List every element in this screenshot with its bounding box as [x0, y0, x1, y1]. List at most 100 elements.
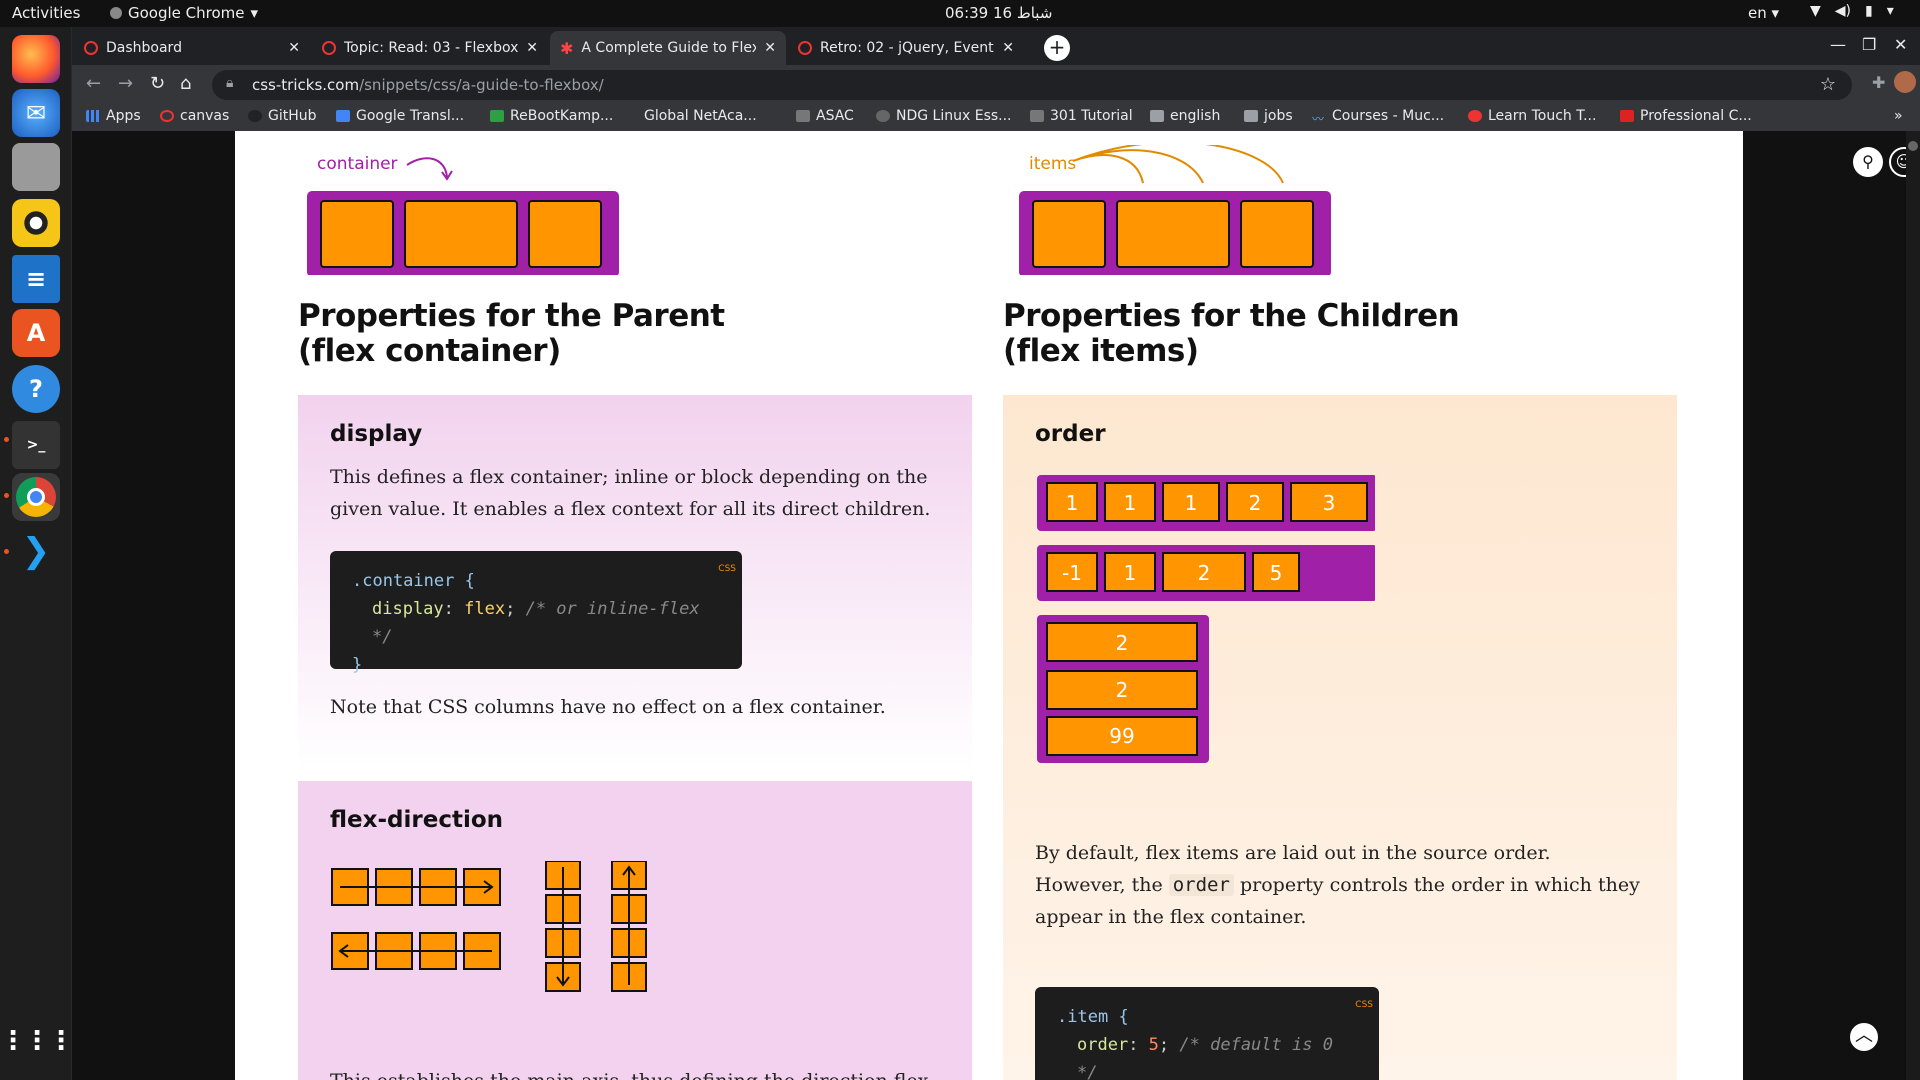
order-panel: order 1 1 1 2 3 -1 1 2 5 2 2 99 By defau… — [1003, 395, 1677, 1080]
bookmark-jobs[interactable]: jobs — [1244, 108, 1293, 124]
bookmark-label: Courses - Muc... — [1332, 108, 1445, 124]
flex-direction-title: flex-direction — [330, 807, 504, 833]
flex-direction-diagram — [331, 861, 647, 992]
heading-line: (flex items) — [1003, 333, 1199, 369]
display-description: This defines a flex container; inline or… — [330, 466, 931, 520]
folder-icon — [1030, 110, 1044, 122]
items-diagram-label: items — [1029, 154, 1076, 174]
close-window-button[interactable]: ✕ — [1894, 35, 1907, 54]
bookmark-global-netacad[interactable]: Global NetAca... — [644, 108, 757, 124]
show-applications-icon[interactable]: ⋮⋮⋮ — [0, 1017, 74, 1065]
bookmark-google-translate[interactable]: Google Transl... — [336, 108, 464, 124]
order-item: 1 — [1066, 491, 1079, 515]
tab-retro-jquery[interactable]: Retro: 02 - jQuery, Events, ✕ — [788, 31, 1024, 65]
close-icon[interactable]: ✕ — [526, 40, 538, 56]
chrome-icon[interactable] — [12, 473, 60, 521]
bookmark-star-icon[interactable]: ☆ — [1820, 74, 1836, 95]
extensions-icon[interactable]: ✚ — [1872, 73, 1885, 92]
tab-strip: Dashboard ✕ Topic: Read: 03 - Flexbox a … — [72, 27, 1920, 65]
code-language-tag: CSS — [718, 564, 736, 574]
code-selector: .item — [1057, 1007, 1109, 1027]
bookmark-canvas[interactable]: canvas — [160, 108, 229, 124]
order-item: 2 — [1116, 678, 1129, 702]
bookmark-learn-touch[interactable]: Learn Touch T... — [1468, 108, 1596, 124]
typing-icon — [1468, 110, 1482, 122]
parent-properties-heading: Properties for the Parent (flex containe… — [298, 299, 898, 369]
bookmark-professional[interactable]: Professional C... — [1620, 108, 1752, 124]
bookmark-asac[interactable]: ASAC — [796, 108, 854, 124]
rhythmbox-icon[interactable] — [12, 199, 60, 247]
bookmark-apps[interactable]: Apps — [86, 108, 141, 124]
files-icon[interactable] — [12, 143, 60, 191]
container-diagram: container — [307, 154, 619, 275]
new-tab-button[interactable]: + — [1044, 35, 1070, 61]
terminal-icon[interactable]: >_ — [12, 421, 60, 469]
order-item: 2 — [1116, 631, 1129, 655]
battery-icon: ▮ — [1865, 3, 1873, 19]
translate-icon — [336, 110, 350, 122]
reload-icon[interactable]: ↻ — [150, 73, 165, 94]
tab-dashboard[interactable]: Dashboard ✕ — [74, 31, 310, 65]
bookmark-label: Google Transl... — [356, 108, 465, 124]
software-center-icon[interactable]: A — [12, 309, 60, 357]
firefox-icon[interactable] — [12, 35, 60, 83]
tab-topic-flexbox[interactable]: Topic: Read: 03 - Flexbox a ✕ — [312, 31, 548, 65]
bookmark-english[interactable]: english — [1150, 108, 1220, 124]
tab-title: Retro: 02 - jQuery, Events, — [820, 40, 995, 56]
bookmark-courses[interactable]: 〰 Courses - Muc... — [1312, 108, 1445, 126]
order-item: 5 — [1270, 561, 1283, 585]
avatar[interactable] — [1894, 71, 1916, 93]
apps-grid-icon — [86, 110, 100, 122]
address-bar[interactable]: 🔒︎ css-tricks.com/snippets/css/a-guide-t… — [212, 70, 1852, 100]
thunderbird-icon[interactable]: ✉ — [12, 89, 60, 137]
code-value: flex — [464, 599, 506, 619]
code-property: order — [1077, 1035, 1129, 1055]
display-panel: display This defines a flex container; i… — [298, 395, 972, 769]
maximize-button[interactable]: ❐ — [1862, 35, 1876, 54]
folder-icon — [796, 110, 810, 122]
tab-title: A Complete Guide to Flexbox — [581, 40, 757, 56]
bookmark-label: GitHub — [268, 108, 317, 124]
code-language-tag: CSS — [1355, 1000, 1373, 1010]
back-icon[interactable]: ← — [86, 73, 101, 94]
lock-icon[interactable]: 🔒︎ — [226, 75, 233, 91]
app-menu[interactable]: Google Chrome ▾ — [110, 4, 258, 22]
canvas-icon — [160, 110, 174, 122]
bookmark-label: english — [1170, 108, 1221, 124]
forward-icon[interactable]: → — [118, 73, 133, 94]
scrollbar[interactable] — [1906, 131, 1920, 1080]
clock[interactable]: 06:39 16 شباط — [945, 4, 1052, 22]
order-item: 1 — [1124, 561, 1137, 585]
vscode-icon[interactable]: ❯ — [12, 527, 60, 575]
bookmark-301-tutorial[interactable]: 301 Tutorial — [1030, 108, 1133, 124]
tab-flexbox-guide[interactable]: ✱ A Complete Guide to Flexbox ✕ — [550, 31, 786, 65]
help-icon[interactable]: ? — [12, 365, 60, 413]
home-icon[interactable]: ⌂ — [180, 73, 191, 94]
navigation-bar: ← → ↻ ⌂ 🔒︎ css-tricks.com/snippets/css/a… — [72, 65, 1920, 105]
browser-chrome: Dashboard ✕ Topic: Read: 03 - Flexbox a … — [72, 27, 1920, 131]
article: container items Properties for the Paren… — [235, 131, 1743, 1080]
wifi-icon: ▼ — [1810, 3, 1821, 19]
app-name: Google Chrome — [128, 4, 245, 22]
scroll-to-top-button[interactable]: ︿ — [1848, 1021, 1880, 1053]
minimize-button[interactable]: — — [1830, 35, 1846, 54]
close-icon[interactable]: ✕ — [764, 40, 776, 56]
more-bookmarks-icon[interactable]: » — [1894, 108, 1903, 124]
bookmark-ndg-linux[interactable]: NDG Linux Ess... — [876, 108, 1012, 124]
search-icon[interactable]: ⚲ — [1853, 147, 1883, 177]
chevron-down-icon: ▾ — [250, 4, 259, 22]
close-icon[interactable]: ✕ — [1002, 40, 1014, 56]
language-label: en — [1748, 4, 1767, 22]
folder-icon — [1244, 110, 1258, 122]
ubuntu-dock: ✉ ≡ A ? >_ ❯ ⋮⋮⋮ — [0, 27, 74, 1080]
activities-button[interactable]: Activities — [12, 4, 80, 22]
writer-icon[interactable]: ≡ — [12, 255, 60, 303]
heading-line: Properties for the Parent — [298, 298, 725, 334]
close-icon[interactable]: ✕ — [288, 40, 300, 56]
bookmark-rebootkamp[interactable]: ReBootKamp... — [490, 108, 613, 124]
system-tray[interactable]: ▼ ◀) ▮ ▾ — [1810, 3, 1894, 19]
heading-line: (flex container) — [298, 333, 561, 369]
bookmark-label: Global NetAca... — [644, 108, 757, 124]
language-indicator[interactable]: en ▾ — [1748, 4, 1779, 22]
bookmark-github[interactable]: GitHub — [248, 108, 317, 124]
